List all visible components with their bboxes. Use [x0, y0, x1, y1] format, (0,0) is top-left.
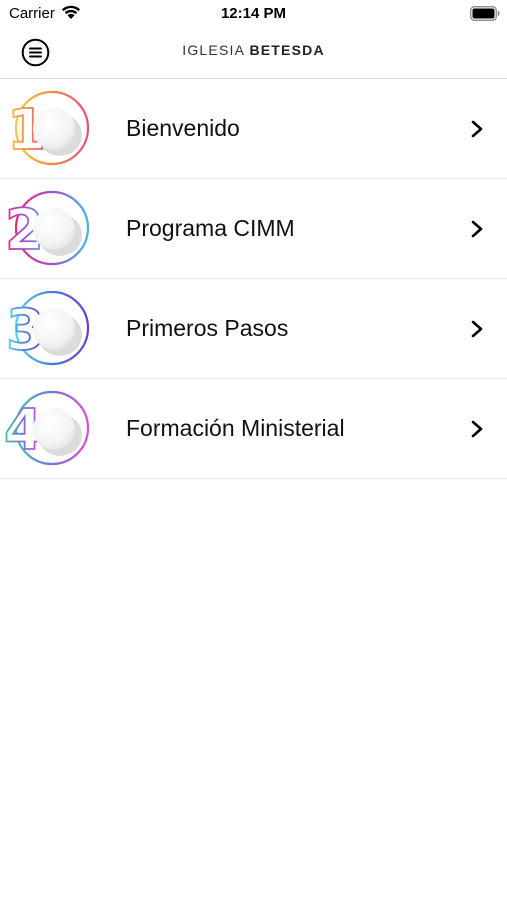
list-item-programa-cimm[interactable]: 2 Programa CIMM	[0, 179, 507, 279]
title-light: IGLESIA	[182, 42, 245, 58]
battery-icon	[470, 6, 500, 21]
screen: Carrier 12:14 PM IGLESIA BETESDA 1 Bienv…	[0, 0, 507, 900]
menu-list: 1 Bienvenido 2 Programa CIMM 3 Primeros …	[0, 79, 507, 479]
number-3-icon: 3	[5, 290, 90, 366]
number-2-icon: 2	[4, 190, 90, 266]
list-item-label: Bienvenido	[126, 115, 240, 141]
list-item-bienvenido[interactable]: 1 Bienvenido	[0, 79, 507, 179]
number-1-icon: 1	[6, 90, 90, 166]
status-bar: Carrier 12:14 PM	[0, 0, 507, 28]
number-4-icon: 4	[3, 390, 90, 466]
list-item-label: Formación Ministerial	[126, 415, 345, 441]
status-time: 12:14 PM	[220, 5, 287, 22]
chevron-right-icon	[471, 220, 483, 238]
list-item-label: Programa CIMM	[126, 215, 295, 241]
chevron-right-icon	[471, 120, 483, 138]
navigation-bar: IGLESIA BETESDA	[0, 28, 507, 79]
chevron-right-icon	[471, 320, 483, 338]
list-item-primeros-pasos[interactable]: 3 Primeros Pasos	[0, 279, 507, 379]
chevron-right-icon	[471, 420, 483, 438]
page-title: IGLESIA BETESDA	[0, 42, 507, 58]
list-item-formacion-ministerial[interactable]: 4 Formación Ministerial	[0, 379, 507, 479]
title-bold: BETESDA	[249, 42, 325, 58]
list-item-label: Primeros Pasos	[126, 315, 289, 341]
